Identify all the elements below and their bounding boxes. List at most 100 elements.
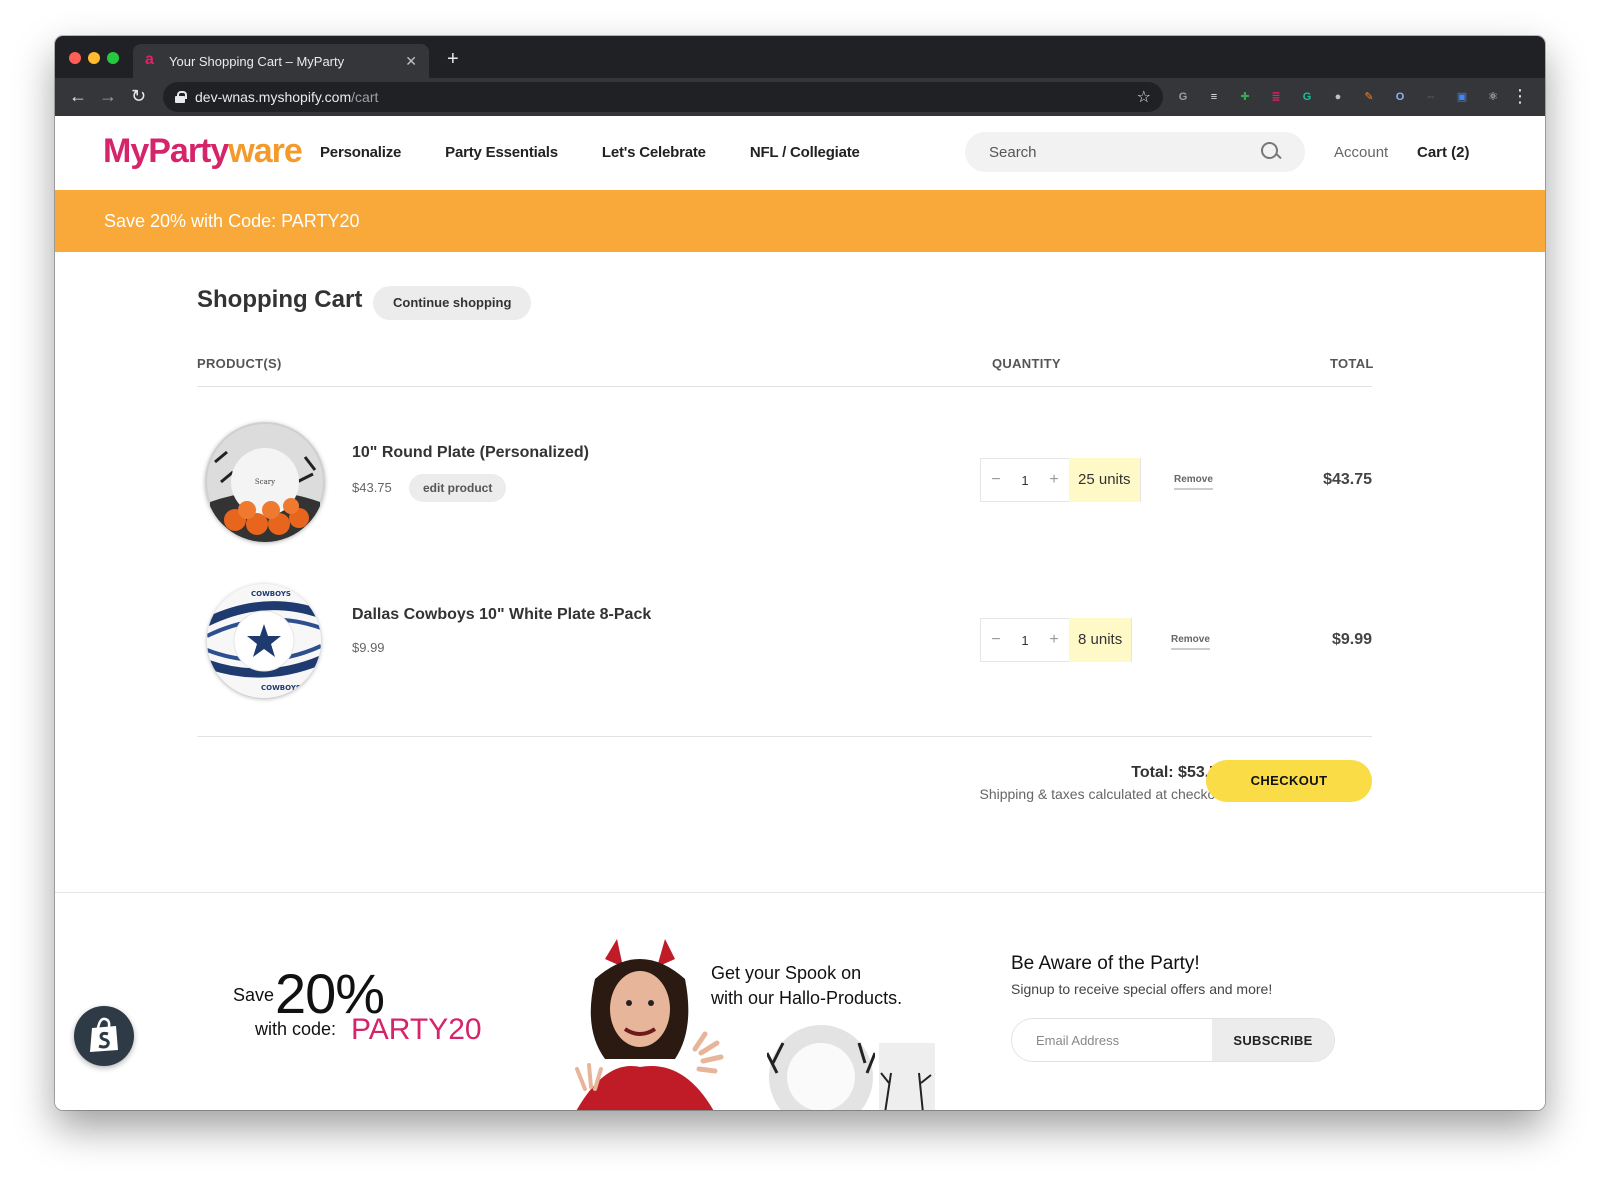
increase-quantity-button[interactable]: + [1039, 471, 1069, 489]
edit-product-button[interactable]: edit product [409, 474, 507, 502]
browser-window: a Your Shopping Cart – MyParty ✕ + ← → ↻… [55, 36, 1545, 1110]
store-page: MyPartyware Personalize Party Essentials… [55, 116, 1545, 1110]
search-placeholder: Search [989, 143, 1037, 161]
minimize-window-button[interactable] [88, 52, 100, 64]
window-ext-icon[interactable]: ▣ [1452, 87, 1472, 107]
react-ext-icon[interactable]: ⚛ [1483, 87, 1503, 107]
tab-shopping-cart[interactable]: a Your Shopping Cart – MyParty ✕ [133, 44, 429, 78]
line-total: $43.75 [1323, 471, 1372, 488]
plate-text-bottom: COWBOYS [261, 684, 301, 692]
cart-totals: Total: $53.74 Shipping & taxes calculate… [980, 764, 1228, 802]
plate-text: Scary [255, 478, 275, 486]
logo-my-text: MyParty [103, 132, 229, 170]
account-link[interactable]: Account [1334, 144, 1388, 161]
logo-ware-text: ware [228, 132, 302, 170]
browser-toolbar: ← → ↻ dev-wnas.myshopify.com/cart ☆ G ≡ ✚ ≣… [55, 78, 1545, 116]
cart-item-cowboys-plate: COWBOYS COWBOYS Dallas Cowboys 10" White… [197, 574, 1372, 714]
quantity-stepper: − 1 + 8 units [980, 618, 1133, 662]
notes-ext-icon[interactable]: ≣ [1266, 87, 1286, 107]
newsletter-form: SUBSCRIBE [1011, 1018, 1335, 1062]
shield-ext-icon[interactable]: ✚ [1235, 87, 1255, 107]
save-word: Save [233, 985, 275, 1005]
bookmark-star-icon[interactable]: ☆ [1137, 87, 1151, 107]
newsletter-title: Be Aware of the Party! [1011, 953, 1200, 974]
units-label: 25 units [1069, 458, 1140, 502]
circle-ext-icon[interactable]: ● [1328, 87, 1348, 107]
back-arrow-icon[interactable]: ← [69, 86, 87, 107]
continue-shopping-button[interactable]: Continue shopping [373, 286, 532, 320]
subscribe-button[interactable]: SUBSCRIBE [1212, 1019, 1334, 1061]
main-nav: Personalize Party Essentials Let's Celeb… [320, 144, 860, 161]
increase-quantity-button[interactable]: + [1039, 631, 1069, 649]
site-header: MyPartyware Personalize Party Essentials… [55, 116, 1545, 190]
g-ext-icon[interactable]: G [1173, 87, 1193, 107]
decrease-quantity-button[interactable]: − [981, 471, 1011, 489]
close-window-button[interactable] [69, 52, 81, 64]
tab-strip: a Your Shopping Cart – MyParty ✕ + [55, 36, 1545, 78]
extension-icons: G ≡ ✚ ≣ G ● ✎ O ⇔ ▣ ⚛ [1173, 87, 1503, 107]
nav-party-essentials[interactable]: Party Essentials [445, 144, 558, 161]
reload-icon[interactable]: ↻ [131, 86, 146, 107]
site-logo[interactable]: MyPartyware [103, 132, 303, 171]
spook-line-1: Get your Spook on [711, 963, 862, 983]
quantity-value[interactable]: 1 [1011, 473, 1039, 488]
product-price: $43.75 [352, 480, 392, 495]
search-input[interactable]: Search [965, 132, 1305, 172]
tab-close-icon[interactable]: ✕ [405, 53, 417, 70]
link-ext-icon[interactable]: ⇔ [1421, 87, 1441, 107]
url-host: dev-wnas.myshopify.com [195, 89, 352, 105]
site-favicon-icon: a [145, 51, 154, 68]
new-tab-button[interactable]: + [447, 48, 459, 71]
shipping-note: Shipping & taxes calculated at checkout [979, 786, 1228, 802]
lock-icon [175, 91, 187, 103]
promo-code: PARTY20 [351, 1013, 482, 1046]
quantity-value[interactable]: 1 [1011, 633, 1039, 648]
products-column-header: PRODUCT(S) [197, 356, 282, 371]
site-footer: Save 20% with code: PARTY20 Get your Spo… [55, 892, 1545, 1110]
reader-ext-icon[interactable]: ≡ [1204, 87, 1224, 107]
product-thumbnail-cowboys-plate[interactable]: COWBOYS COWBOYS [207, 584, 321, 698]
spook-promo-text: Get your Spook on with our Hallo-Product… [711, 961, 951, 1011]
nav-lets-celebrate[interactable]: Let's Celebrate [602, 144, 706, 161]
nav-personalize[interactable]: Personalize [320, 144, 401, 161]
with-code-label: with code: [255, 1019, 337, 1039]
search-icon[interactable] [1261, 142, 1281, 162]
product-thumbnail-scary-plate[interactable]: Scary [205, 422, 325, 542]
grammarly-icon[interactable]: G [1297, 87, 1317, 107]
halloween-cup-image [879, 1043, 935, 1110]
shopify-bag-icon[interactable] [74, 1006, 134, 1066]
browser-menu-icon[interactable]: ⋮ [1511, 86, 1529, 107]
items-divider [197, 736, 1372, 737]
edit-ext-icon[interactable]: ✎ [1359, 87, 1379, 107]
remove-item-link[interactable]: Remove [1171, 634, 1210, 650]
remove-item-link[interactable]: Remove [1174, 474, 1213, 490]
units-label: 8 units [1069, 618, 1132, 662]
tab-title: Your Shopping Cart – MyParty [169, 53, 345, 69]
product-price: $9.99 [352, 640, 385, 655]
plate-text-top: COWBOYS [251, 590, 291, 598]
cart-item-round-plate: Scary 10" Round Plate (Personalized) $43… [197, 412, 1372, 552]
url-path: /cart [351, 89, 379, 105]
quantity-stepper: − 1 + 25 units [980, 458, 1141, 502]
page-title: Shopping Cart [197, 286, 363, 313]
header-divider [197, 386, 1372, 387]
o-ext-icon[interactable]: O [1390, 87, 1410, 107]
forward-arrow-icon[interactable]: → [99, 86, 117, 107]
product-name[interactable]: 10" Round Plate (Personalized) [352, 444, 589, 462]
line-total: $9.99 [1331, 631, 1372, 648]
cart-section: Shopping Cart Continue shopping PRODUCT(… [55, 252, 1545, 894]
nav-nfl-collegiate[interactable]: NFL / Collegiate [750, 144, 860, 161]
cart-total: Total: $53.74 [1131, 764, 1227, 781]
address-bar[interactable]: dev-wnas.myshopify.com/cart ☆ [163, 82, 1163, 112]
decrease-quantity-button[interactable]: − [981, 631, 1011, 649]
total-column-header: TOTAL [1330, 356, 1374, 371]
email-field[interactable] [1012, 1019, 1212, 1061]
spook-line-2: with our Hallo-Products. [711, 988, 903, 1008]
product-name[interactable]: Dallas Cowboys 10" White Plate 8-Pack [352, 606, 651, 624]
quantity-column-header: QUANTITY [992, 356, 1061, 371]
maximize-window-button[interactable] [107, 52, 119, 64]
newsletter-subtitle: Signup to receive special offers and mor… [1011, 981, 1273, 997]
halloween-plate-image [767, 1025, 875, 1110]
checkout-button[interactable]: CHECKOUT [1206, 760, 1372, 802]
cart-link[interactable]: Cart (2) [1417, 144, 1470, 161]
